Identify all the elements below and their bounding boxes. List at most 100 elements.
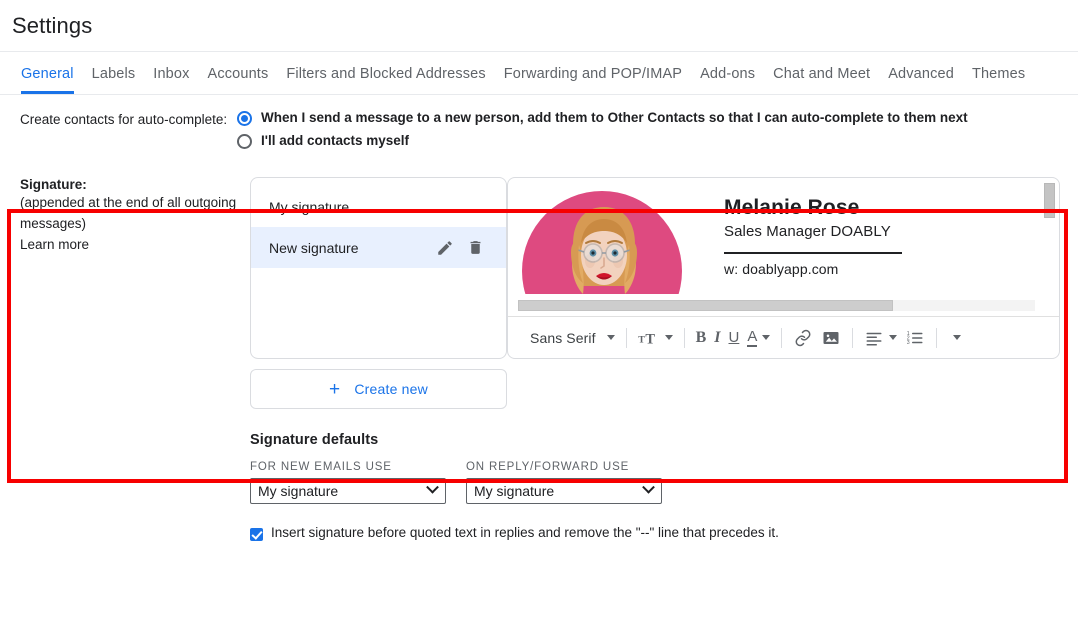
autocomplete-option-add-manually[interactable]: I'll add contacts myself	[237, 132, 1078, 150]
signature-divider	[724, 252, 902, 254]
signature-list-column: My signature New signature + Create new	[237, 177, 507, 409]
svg-text:3: 3	[907, 340, 910, 346]
signature-defaults-title: Signature defaults	[250, 432, 379, 448]
signature-description: (appended at the end of all outgoing mes…	[20, 195, 237, 231]
tab-inbox[interactable]: Inbox	[144, 52, 198, 94]
for-new-emails-value: My signature	[258, 483, 339, 499]
signature-content: Melanie Rose Sales Manager DOABLY w: doa…	[522, 191, 1059, 294]
chevron-down-icon	[953, 335, 962, 340]
chevron-down-icon	[889, 335, 898, 340]
font-family-dropdown[interactable]: Sans Serif	[518, 323, 619, 353]
for-new-emails-column: FOR NEW EMAILS USE My signature	[250, 461, 466, 504]
tab-labels[interactable]: Labels	[83, 52, 145, 94]
toolbar-divider	[781, 327, 783, 348]
autocomplete-option-add-automatically[interactable]: When I send a message to a new person, a…	[237, 109, 1078, 127]
bold-label: B	[695, 328, 707, 346]
align-left-icon[interactable]	[860, 323, 901, 353]
autocomplete-label: Create contacts for auto-complete:	[20, 112, 228, 127]
signature-person-name: Melanie Rose	[724, 196, 860, 219]
chevron-down-icon	[664, 335, 673, 340]
pencil-icon[interactable]	[430, 236, 460, 260]
plus-icon: +	[329, 378, 341, 400]
signature-text-block: Melanie Rose Sales Manager DOABLY w: doa…	[682, 191, 902, 294]
tab-advanced[interactable]: Advanced	[879, 52, 963, 94]
insert-image-icon[interactable]	[817, 323, 845, 353]
radio-add-automatically[interactable]	[237, 111, 252, 126]
editor-horizontal-scrollbar-thumb[interactable]	[518, 300, 893, 311]
toolbar-divider	[852, 327, 854, 348]
signature-person-role: Sales Manager DOABLY	[724, 223, 891, 240]
on-reply-forward-column: ON REPLY/FORWARD USE My signature	[466, 461, 682, 504]
svg-text:T: T	[645, 331, 655, 347]
chevron-down-icon	[762, 335, 771, 340]
more-options-icon[interactable]	[944, 323, 965, 353]
settings-tabs: General Labels Inbox Accounts Filters an…	[0, 52, 1078, 95]
for-new-emails-select[interactable]: My signature	[250, 478, 446, 504]
signature-setting-row: Signature: (appended at the end of all o…	[0, 161, 1078, 409]
editor-vertical-scrollbar[interactable]	[1044, 183, 1055, 293]
link-icon[interactable]	[789, 323, 817, 353]
text-color-label: A	[747, 327, 758, 347]
avatar	[522, 191, 682, 294]
signature-list-item-my-signature[interactable]: My signature	[251, 186, 506, 227]
on-reply-forward-value: My signature	[474, 483, 555, 499]
insert-signature-checkbox[interactable]	[250, 528, 263, 541]
svg-text:T: T	[638, 334, 645, 345]
signature-list: My signature New signature	[250, 177, 507, 359]
insert-signature-label: Insert signature before quoted text in r…	[271, 525, 779, 540]
tab-filters-and-blocked-addresses[interactable]: Filters and Blocked Addresses	[277, 52, 494, 94]
italic-label: I	[714, 328, 721, 346]
settings-header: Settings	[0, 0, 1078, 52]
numbered-list-icon[interactable]: 123	[901, 323, 929, 353]
tab-add-ons[interactable]: Add-ons	[691, 52, 764, 94]
page-title: Settings	[12, 12, 93, 38]
chevron-down-icon	[642, 480, 655, 494]
text-color-button[interactable]: A	[743, 323, 774, 353]
create-new-label: Create new	[354, 381, 428, 397]
underline-label: U	[728, 329, 740, 346]
signature-name: New signature	[269, 239, 359, 256]
tab-themes[interactable]: Themes	[963, 52, 1034, 94]
signature-name: My signature	[269, 198, 350, 215]
trash-icon[interactable]	[460, 236, 490, 260]
bold-button[interactable]: B	[692, 323, 711, 353]
autocomplete-options: When I send a message to a new person, a…	[237, 109, 1078, 155]
signature-label: Signature:	[20, 177, 87, 192]
for-new-emails-caption: FOR NEW EMAILS USE	[250, 461, 392, 473]
on-reply-forward-caption: ON REPLY/FORWARD USE	[466, 461, 630, 473]
font-family-value: Sans Serif	[530, 329, 596, 346]
autocomplete-option-label: I'll add contacts myself	[261, 133, 410, 148]
insert-signature-before-quoted-row[interactable]: Insert signature before quoted text in r…	[0, 504, 1078, 541]
signature-preview-canvas[interactable]: Melanie Rose Sales Manager DOABLY w: doa…	[508, 178, 1059, 316]
signature-label-column: Signature: (appended at the end of all o…	[0, 177, 237, 409]
tab-chat-and-meet[interactable]: Chat and Meet	[764, 52, 879, 94]
italic-button[interactable]: I	[710, 323, 724, 353]
radio-add-manually[interactable]	[237, 134, 252, 149]
toolbar-divider	[683, 327, 685, 348]
underline-button[interactable]: U	[725, 323, 744, 353]
signature-defaults-columns: FOR NEW EMAILS USE My signature ON REPLY…	[250, 461, 1078, 504]
autocomplete-option-label: When I send a message to a new person, a…	[261, 110, 968, 125]
tab-forwarding-and-pop-imap[interactable]: Forwarding and POP/IMAP	[495, 52, 691, 94]
tabs-row: General Labels Inbox Accounts Filters an…	[12, 52, 1066, 94]
chevron-down-icon	[606, 335, 615, 340]
autocomplete-setting-row: Create contacts for auto-complete: When …	[0, 95, 1078, 161]
toolbar-divider	[625, 327, 627, 348]
signature-defaults-section: Signature defaults FOR NEW EMAILS USE My…	[0, 409, 1078, 504]
signature-editor: Melanie Rose Sales Manager DOABLY w: doa…	[507, 177, 1060, 359]
signature-list-item-new-signature[interactable]: New signature	[251, 227, 506, 268]
tab-accounts[interactable]: Accounts	[199, 52, 278, 94]
create-new-signature-button[interactable]: + Create new	[250, 369, 507, 409]
signature-editor-column: Melanie Rose Sales Manager DOABLY w: doa…	[507, 177, 1078, 409]
chevron-down-icon	[426, 480, 439, 494]
text-size-icon[interactable]: T T	[634, 323, 677, 353]
editor-toolbar: Sans Serif T T B I U A 1 2 3	[508, 316, 1059, 358]
editor-horizontal-scrollbar[interactable]	[518, 300, 1035, 311]
tab-general[interactable]: General	[12, 52, 83, 94]
toolbar-divider	[936, 327, 938, 348]
editor-vertical-scrollbar-thumb[interactable]	[1044, 183, 1055, 218]
on-reply-forward-select[interactable]: My signature	[466, 478, 662, 504]
signature-website: w: doablyapp.com	[724, 261, 839, 277]
avatar-portrait	[571, 207, 637, 294]
learn-more-link[interactable]: Learn more	[20, 234, 237, 255]
